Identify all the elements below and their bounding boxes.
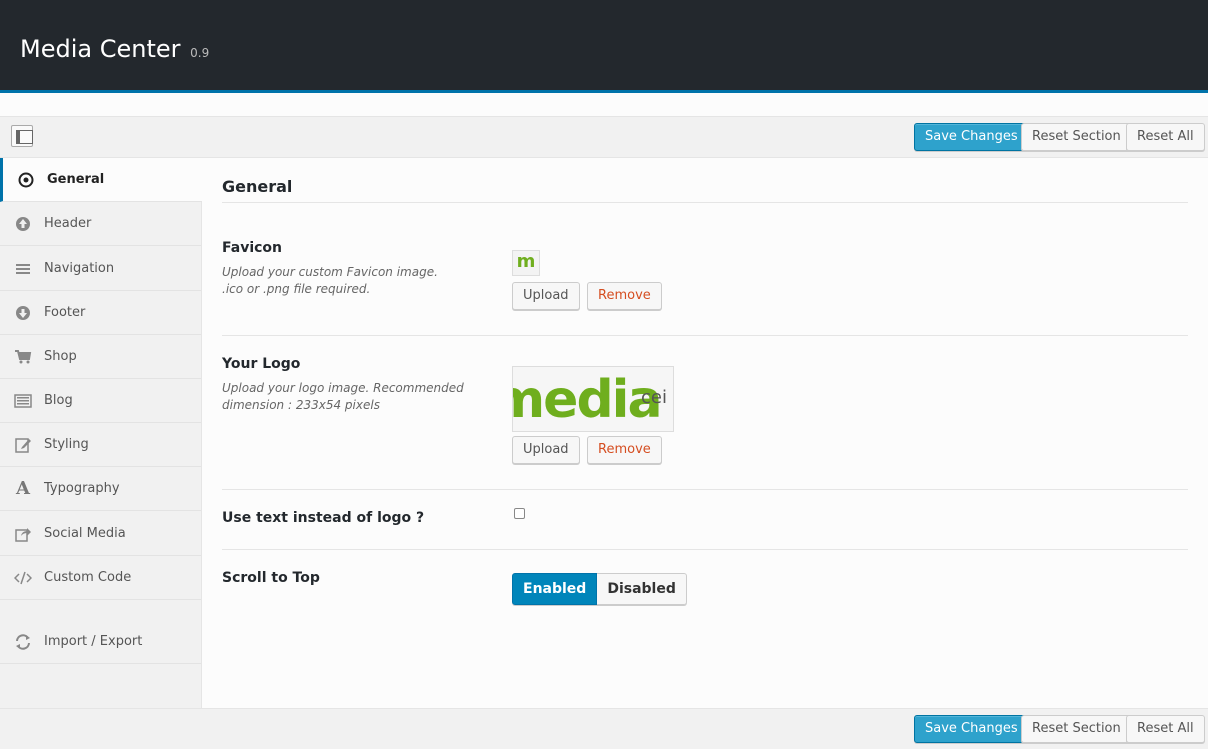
text-logo-checkbox[interactable] xyxy=(514,508,525,519)
code-icon xyxy=(13,569,33,587)
sidebar-item-general[interactable]: General xyxy=(0,158,202,202)
scroll-top-title: Scroll to Top xyxy=(222,570,320,586)
scroll-top-disabled-button[interactable]: Disabled xyxy=(597,573,687,605)
top-bar: Media Center 0.9 xyxy=(0,0,1208,93)
logo-desc-line1: Upload your logo image. Recommended xyxy=(222,381,464,395)
page-title: Media Center 0.9 xyxy=(20,35,209,63)
logo-upload-button[interactable]: Upload xyxy=(512,436,580,464)
favicon-title: Favicon xyxy=(222,240,282,256)
share-icon xyxy=(14,525,32,543)
sidebar-item-label: General xyxy=(47,172,105,187)
save-changes-button[interactable]: Save Changes xyxy=(914,715,1029,743)
sidebar-item-label: Typography xyxy=(44,481,120,496)
sidebar-item-footer[interactable]: Footer xyxy=(0,291,201,335)
sidebar-item-header[interactable]: Header xyxy=(0,202,201,246)
sidebar-item-label: Blog xyxy=(44,393,73,408)
favicon-preview: m xyxy=(512,250,540,276)
divider xyxy=(222,489,1188,490)
reset-section-button[interactable]: Reset Section xyxy=(1021,715,1132,743)
scroll-top-toggle: Enabled Disabled xyxy=(512,573,687,605)
sidebar-item-label: Custom Code xyxy=(44,570,132,585)
arrow-down-circle-icon xyxy=(14,304,32,322)
spacer xyxy=(0,96,1208,116)
favicon-description: Upload your custom Favicon image. .ico o… xyxy=(222,264,472,298)
expand-options-icon[interactable] xyxy=(11,125,33,147)
sidebar-item-label: Navigation xyxy=(44,261,115,276)
app-version: 0.9 xyxy=(190,46,210,60)
sidebar-item-social-media[interactable]: Social Media xyxy=(0,512,201,556)
sidebar-item-label: Header xyxy=(44,216,92,231)
favicon-desc-line1: Upload your custom Favicon image. xyxy=(222,265,438,279)
sidebar-item-custom-code[interactable]: Custom Code xyxy=(0,556,201,600)
logo-desc-line2: dimension : 233x54 pixels xyxy=(222,398,380,412)
reset-all-button[interactable]: Reset All xyxy=(1126,715,1205,743)
favicon-upload-button[interactable]: Upload xyxy=(512,282,580,310)
refresh-icon xyxy=(14,633,32,651)
sidebar-item-label: Footer xyxy=(44,305,86,320)
logo-title: Your Logo xyxy=(222,356,301,372)
arrow-up-circle-icon xyxy=(14,215,32,233)
sidebar-item-import-export[interactable]: Import / Export xyxy=(0,620,201,664)
sidebar-item-label: Social Media xyxy=(44,526,126,541)
menu-lines-icon xyxy=(14,260,32,278)
sidebar-item-typography[interactable]: A Typography xyxy=(0,467,201,511)
favicon-remove-button[interactable]: Remove xyxy=(587,282,662,310)
list-icon xyxy=(14,392,32,410)
edit-icon xyxy=(14,436,32,454)
sidebar-divider xyxy=(0,599,201,600)
cart-icon xyxy=(14,348,32,366)
scroll-top-enabled-button[interactable]: Enabled xyxy=(512,573,598,605)
sidebar-item-label: Shop xyxy=(44,349,77,364)
sidebar-item-styling[interactable]: Styling xyxy=(0,423,201,467)
text-logo-title: Use text instead of logo ? xyxy=(222,510,425,526)
logo-description: Upload your logo image. Recommended dime… xyxy=(222,380,472,414)
sidebar-item-label: Styling xyxy=(44,437,89,452)
app-title: Media Center xyxy=(20,35,181,63)
bottom-toolbar: Save Changes Reset Section Reset All xyxy=(0,708,1208,749)
favicon-desc-line2: .ico or .png file required. xyxy=(222,282,371,296)
sidebar-item-blog[interactable]: Blog xyxy=(0,379,201,423)
sidebar-item-label: Import / Export xyxy=(44,634,143,649)
reset-section-button[interactable]: Reset Section xyxy=(1021,123,1132,151)
logo-preview-text: media xyxy=(513,370,663,430)
logo-remove-button[interactable]: Remove xyxy=(587,436,662,464)
sidebar-item-shop[interactable]: Shop xyxy=(0,335,201,379)
divider xyxy=(222,549,1188,550)
font-a-icon: A xyxy=(16,478,30,499)
top-toolbar: Save Changes Reset Section Reset All xyxy=(0,116,1208,158)
radio-target-icon xyxy=(17,171,35,189)
divider xyxy=(222,202,1188,203)
save-changes-button[interactable]: Save Changes xyxy=(914,123,1029,151)
section-title: General xyxy=(222,177,293,196)
reset-all-button[interactable]: Reset All xyxy=(1126,123,1205,151)
logo-preview: media cei xyxy=(512,366,674,432)
options-sidebar: General Header Navigation Footer Shop Bl… xyxy=(0,158,202,708)
logo-preview-sub: cei xyxy=(641,387,667,408)
sidebar-item-navigation[interactable]: Navigation xyxy=(0,247,201,291)
divider xyxy=(222,335,1188,336)
